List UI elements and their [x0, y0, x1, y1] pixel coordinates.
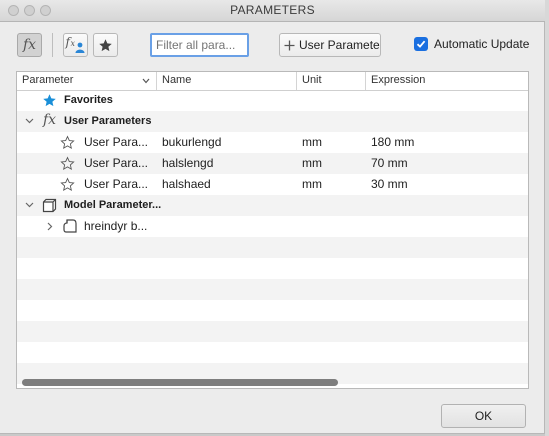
checkmark-icon [416, 40, 426, 48]
add-user-parameter-button[interactable]: User Paramete [279, 33, 381, 57]
chevron-down-icon[interactable] [25, 202, 34, 208]
function-icon: fx [22, 37, 37, 53]
chevron-right-icon[interactable] [47, 222, 53, 231]
unit-cell[interactable]: mm [302, 156, 322, 170]
column-divider[interactable] [365, 72, 366, 90]
table-row[interactable]: User Para... halshaed mm 30 mm [17, 174, 528, 195]
star-outline-icon[interactable] [60, 135, 75, 150]
user-function-icon: f x [66, 35, 86, 54]
filter-input[interactable] [150, 33, 249, 57]
ok-button[interactable]: OK [441, 404, 526, 428]
expression-cell[interactable]: 180 mm [371, 135, 414, 149]
parameters-table: Parameter Name Unit Expression Favorites… [16, 71, 529, 389]
plus-icon [284, 40, 295, 50]
background-edge [545, 0, 549, 436]
parameter-cell: User Para... [84, 135, 149, 149]
favorites-label: Favorites [64, 94, 113, 106]
empty-row [17, 342, 528, 363]
automatic-update-checkbox[interactable] [414, 37, 428, 51]
title-bar: PARAMETERS [0, 0, 545, 22]
favorites-filter-button[interactable] [93, 33, 118, 57]
user-parameters-filter-button[interactable]: f x [63, 33, 88, 57]
empty-row [17, 258, 528, 279]
tree-row-favorites[interactable]: Favorites [17, 90, 528, 111]
horizontal-scrollbar[interactable] [19, 377, 526, 387]
tree-row-user-parameters[interactable]: fx User Parameters [17, 111, 528, 132]
expression-cell[interactable]: 30 mm [371, 177, 408, 191]
empty-row [17, 237, 528, 258]
star-icon [99, 38, 112, 51]
column-divider[interactable] [156, 72, 157, 90]
name-cell[interactable]: halshaed [162, 177, 211, 191]
toolbar-separator [52, 33, 53, 57]
show-all-parameters-button[interactable]: fx [17, 33, 42, 57]
scrollbar-thumb[interactable] [22, 379, 338, 386]
empty-row [17, 321, 528, 342]
unit-cell[interactable]: mm [302, 135, 322, 149]
empty-row [17, 300, 528, 321]
model-child-label: hreindyr b... [84, 219, 148, 233]
name-cell[interactable]: bukurlengd [162, 135, 221, 149]
model-component-icon [42, 198, 57, 213]
automatic-update-toggle[interactable]: Automatic Update [414, 37, 529, 51]
parameter-cell: User Para... [84, 177, 149, 191]
tree-row-model-child[interactable]: hreindyr b... [17, 216, 528, 237]
parameter-cell: User Para... [84, 156, 149, 170]
tree-row-model-parameters[interactable]: Model Parameter... [17, 195, 528, 216]
window-title: PARAMETERS [230, 3, 315, 17]
user-parameters-label: User Parameters [64, 115, 152, 127]
name-cell[interactable]: halslengd [162, 156, 213, 170]
chevron-down-icon[interactable] [25, 118, 34, 124]
chevron-down-icon[interactable] [142, 78, 150, 84]
body-icon [63, 219, 77, 233]
model-parameters-label: Model Parameter... [64, 199, 162, 211]
column-header-expression[interactable]: Expression [371, 74, 425, 86]
add-user-parameter-label: User Paramete [299, 38, 380, 52]
table-row[interactable]: User Para... bukurlengd mm 180 mm [17, 132, 528, 153]
automatic-update-label: Automatic Update [434, 37, 530, 51]
star-icon [43, 94, 56, 107]
table-header: Parameter Name Unit Expression [17, 72, 528, 91]
column-header-name[interactable]: Name [162, 74, 191, 86]
table-row[interactable]: User Para... halslengd mm 70 mm [17, 153, 528, 174]
empty-row [17, 279, 528, 300]
star-outline-icon[interactable] [60, 156, 75, 171]
column-header-parameter[interactable]: Parameter [22, 74, 73, 86]
expression-cell[interactable]: 70 mm [371, 156, 408, 170]
star-outline-icon[interactable] [60, 177, 75, 192]
column-header-unit[interactable]: Unit [302, 74, 322, 86]
column-divider[interactable] [296, 72, 297, 90]
function-icon: fx [43, 112, 57, 128]
parameters-dialog: PARAMETERS fx f x User Paramete Automati… [0, 0, 545, 434]
unit-cell[interactable]: mm [302, 177, 322, 191]
